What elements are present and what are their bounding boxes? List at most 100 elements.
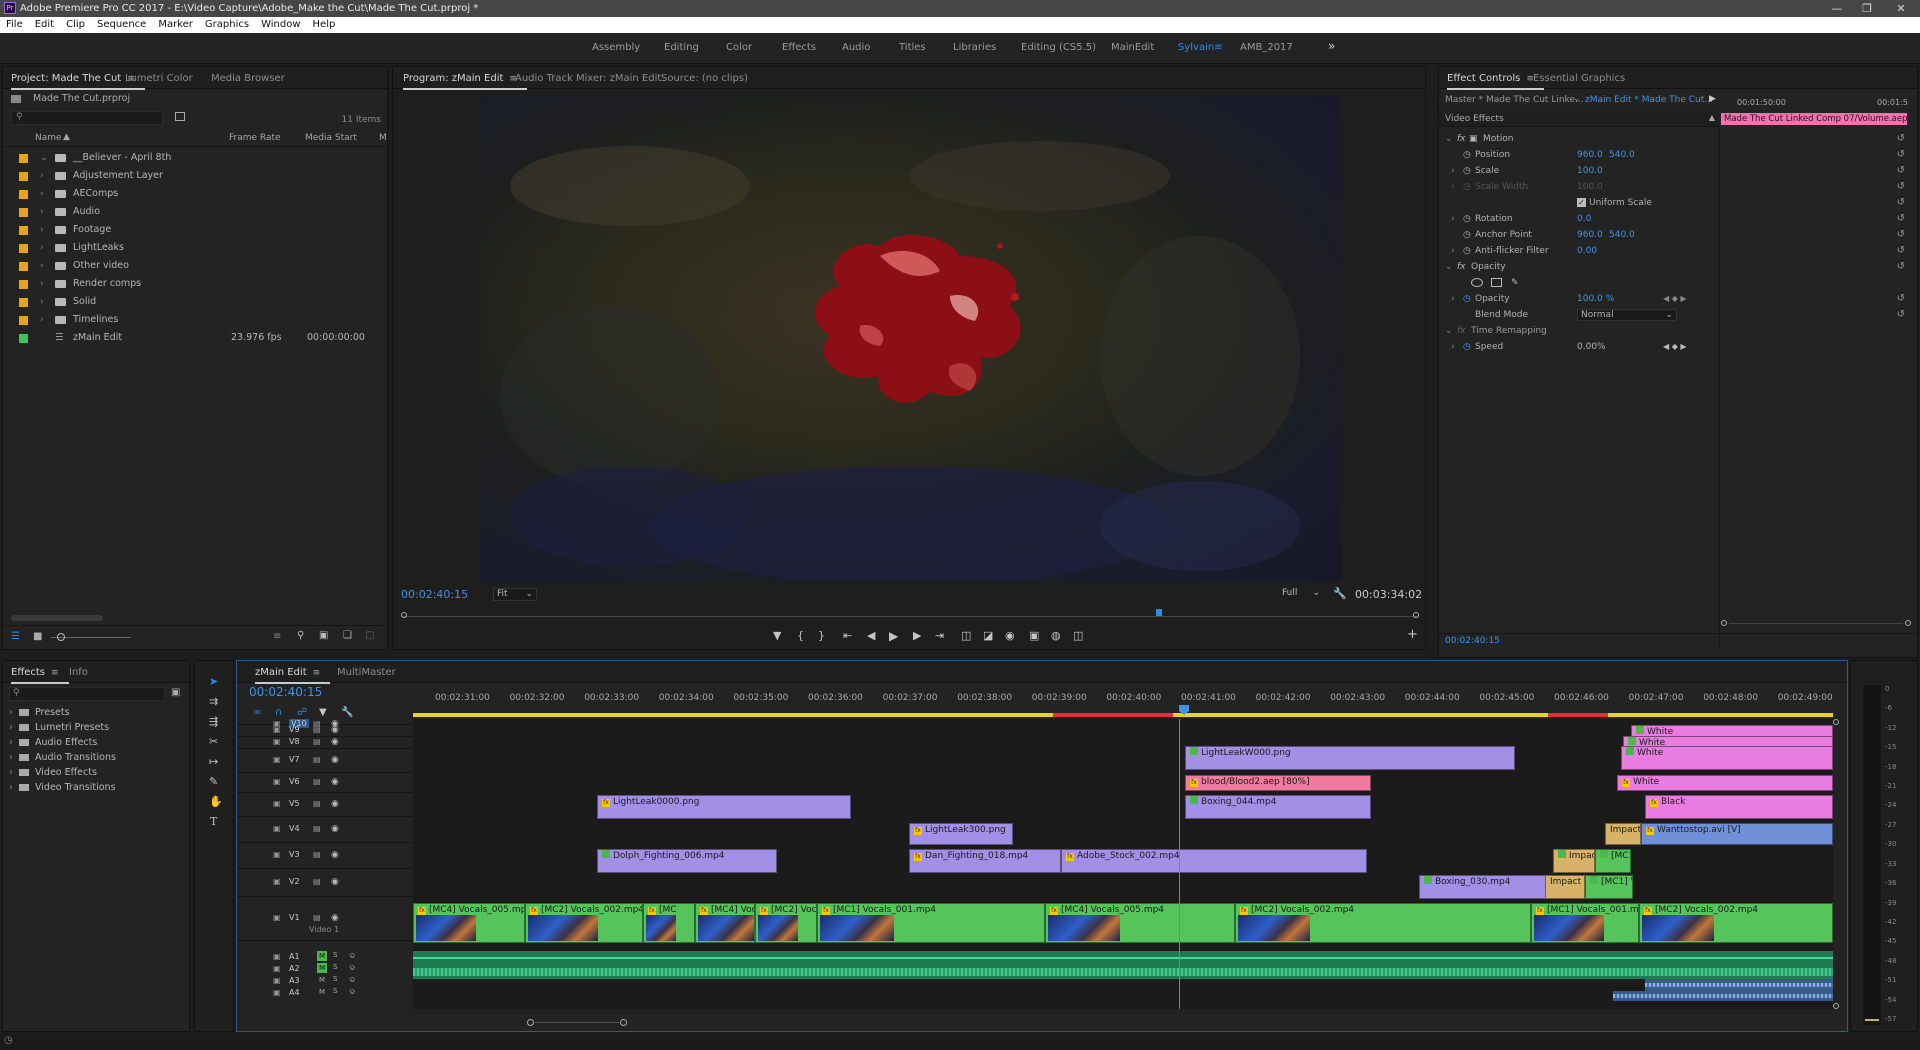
zoom-slider-handle[interactable] [57, 633, 65, 641]
chevron-right-icon[interactable]: › [9, 780, 13, 795]
menu-marker[interactable]: Marker [152, 17, 199, 33]
clip-adobe-stock[interactable]: fx Adobe_Stock_002.mp4 [1061, 849, 1367, 873]
reset-icon[interactable]: ↺ [1897, 179, 1905, 195]
label-color-swatch[interactable] [19, 244, 28, 253]
maximize-icon[interactable]: ❐ [1852, 0, 1882, 17]
menu-edit[interactable]: Edit [29, 17, 60, 33]
microphone-icon[interactable]: ⎉ [349, 975, 355, 985]
type-tool-icon[interactable]: T [210, 815, 217, 828]
program-timecode[interactable]: 00:02:40:15 [401, 588, 468, 601]
sync-lock-icon[interactable]: ▤ [313, 877, 321, 886]
project-item[interactable]: › Adjustement Layer [3, 167, 387, 185]
new-bin-icon-footer[interactable]: ▣ [319, 630, 328, 641]
workspace-sylvain[interactable]: Sylvain [1178, 42, 1214, 53]
reset-icon[interactable]: ↺ [1897, 211, 1905, 227]
chevron-down-icon[interactable]: ⌄ [40, 149, 48, 167]
comparison-icon[interactable]: ◫ [1073, 629, 1083, 642]
clip-impact-2[interactable]: Impact C [1553, 849, 1595, 873]
rotation-value[interactable]: 0.0 [1577, 211, 1591, 227]
sync-lock-icon[interactable]: ▤ [313, 799, 321, 808]
label-color-swatch[interactable] [19, 334, 28, 343]
sync-lock-icon[interactable]: ▤ [313, 777, 321, 786]
stopwatch-icon[interactable]: ◷ [1463, 147, 1471, 163]
chevron-right-icon[interactable]: › [9, 705, 13, 720]
chevron-down-icon[interactable]: ⌄ [1573, 94, 1581, 104]
effects-folder[interactable]: › Audio Transitions [3, 750, 189, 765]
workspace-amb2017[interactable]: AMB_2017 [1240, 42, 1293, 53]
trash-icon[interactable]: ▢ [365, 630, 374, 641]
nest-toggle-icon[interactable]: ∞ [253, 707, 261, 718]
new-custom-bin-icon[interactable]: ▣ [171, 687, 180, 698]
clip-dolph[interactable]: Dolph_Fighting_006.mp4 [597, 849, 777, 873]
microphone-icon[interactable]: ⎉ [349, 963, 355, 973]
project-item[interactable]: › Render comps [3, 275, 387, 293]
clip-impact-1[interactable]: Impact F [1605, 823, 1641, 845]
track-label[interactable]: V9 [289, 725, 300, 734]
workspace-mainedit[interactable]: MainEdit [1111, 42, 1154, 53]
go-to-out-icon[interactable]: ⇥ [935, 629, 944, 642]
project-item[interactable]: › Timelines [3, 311, 387, 329]
extract-icon[interactable]: ◪ [983, 629, 993, 642]
collapse-icon[interactable]: ▲ [1709, 113, 1715, 122]
chevron-right-icon[interactable]: › [40, 311, 44, 329]
label-color-swatch[interactable] [19, 172, 28, 181]
razor-tool-icon[interactable]: ✂ [209, 735, 218, 748]
chevron-right-icon[interactable]: › [9, 720, 13, 735]
opacity-value[interactable]: 100.0 % [1577, 291, 1614, 307]
chevron-right-icon[interactable]: › [40, 239, 44, 257]
tab-audio-mixer[interactable]: Audio Track Mixer: zMain Edit [515, 73, 661, 84]
clip-white-4[interactable]: fx White [1617, 775, 1833, 791]
add-marker-icon[interactable]: ▼ [319, 707, 327, 718]
add-marker-icon[interactable]: ▼ [773, 629, 781, 642]
mark-in-icon[interactable]: { [797, 629, 804, 642]
label-color-swatch[interactable] [19, 154, 28, 163]
icon-view-icon[interactable]: ■ [33, 631, 42, 642]
project-item[interactable]: › Footage [3, 221, 387, 239]
background-process-icon[interactable]: ◷ [4, 1035, 13, 1046]
mark-out-icon[interactable]: } [818, 629, 825, 642]
lock-icon[interactable]: ▣ [273, 725, 281, 734]
anchor-y-value[interactable]: 540.0 [1609, 227, 1635, 243]
master-clip-label[interactable]: Master * Made The Cut Linke... [1445, 95, 1584, 105]
chevron-right-icon[interactable]: › [40, 293, 44, 311]
track-label[interactable]: A2 [289, 964, 300, 973]
panel-menu-icon[interactable]: ≡ [313, 668, 321, 678]
minimize-icon[interactable]: — [1822, 0, 1852, 17]
chevron-right-icon[interactable]: › [40, 203, 44, 221]
tab-effect-controls[interactable]: Effect Controls ≡ [1447, 73, 1544, 90]
eye-icon[interactable]: ◉ [331, 913, 339, 923]
wrench-icon[interactable]: 🔧 [1333, 587, 1347, 600]
track-label[interactable]: V5 [289, 799, 300, 808]
stopwatch-icon[interactable]: ◷ [1463, 243, 1471, 259]
resolution-dropdown[interactable]: Full ⌄ [1279, 588, 1323, 601]
pen-tool-icon[interactable]: ✎ [209, 775, 218, 788]
timeline-vscroll[interactable] [1833, 719, 1839, 1009]
eye-icon[interactable]: ◉ [331, 850, 339, 860]
stopwatch-icon[interactable]: ◷ [1463, 227, 1471, 243]
track-label[interactable]: A3 [289, 976, 300, 985]
close-icon[interactable]: ✕ [1886, 0, 1916, 17]
tab-media-browser[interactable]: Media Browser [211, 73, 285, 84]
chevron-right-icon[interactable]: › [40, 275, 44, 293]
mute-button[interactable]: M [317, 975, 327, 985]
microphone-icon[interactable]: ⎉ [349, 987, 355, 997]
project-item[interactable]: › LightLeaks [3, 239, 387, 257]
effects-search-input[interactable]: ⚲ [9, 687, 165, 701]
effects-folder[interactable]: › Presets [3, 705, 189, 720]
timeline-ruler[interactable]: 00:02:31:00 00:02:32:00 00:02:33:00 00:02:3… [413, 691, 1833, 711]
sync-lock-icon[interactable]: ▤ [313, 913, 321, 922]
clip-blood[interactable]: fx blood/Blood2.aep [80%] [1185, 775, 1371, 791]
safe-margins-icon[interactable]: ▣ [1029, 629, 1039, 642]
label-color-swatch[interactable] [19, 262, 28, 271]
clip-v1[interactable]: fx[MC2] Vocals [755, 903, 817, 943]
workspace-titles[interactable]: Titles [899, 42, 926, 53]
keyframe-nav-icon[interactable]: ◀ ◆ ▶ [1663, 339, 1687, 355]
lock-icon[interactable]: ▣ [273, 799, 281, 808]
reset-icon[interactable]: ↺ [1897, 147, 1905, 163]
chevron-right-icon[interactable]: › [40, 221, 44, 239]
label-color-swatch[interactable] [19, 190, 28, 199]
opacity-section-row[interactable]: ⌄ fx Opacity ↺ [1439, 259, 1905, 275]
project-item[interactable]: › Solid [3, 293, 387, 311]
reset-icon[interactable]: ↺ [1897, 291, 1905, 307]
track-label[interactable]: V4 [289, 824, 300, 833]
